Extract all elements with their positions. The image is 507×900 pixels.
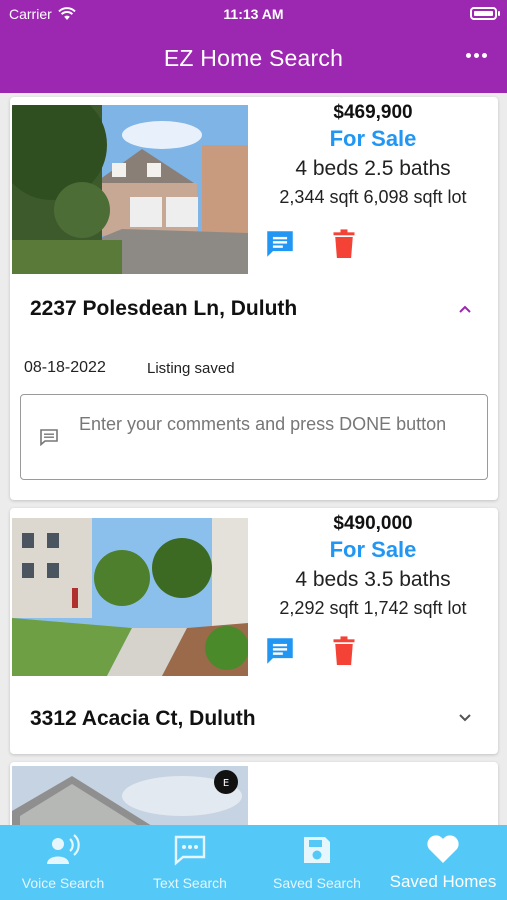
status-bar: Carrier 11:13 AM [0, 0, 507, 28]
listing-sqft: 2,344 sqft 6,098 sqft lot [279, 187, 467, 207]
chevron-down-icon[interactable] [458, 711, 472, 725]
saved-note: Listing saved [147, 360, 235, 377]
tab-saved-search[interactable]: Saved Search [254, 825, 380, 900]
saved-date: 08-18-2022 [24, 359, 106, 376]
listing-status: For Sale [329, 537, 417, 562]
text-search-icon [174, 835, 206, 866]
comment-placeholder: Enter your comments and press DONE butto… [79, 414, 447, 434]
page-title: EZ Home Search [163, 45, 344, 71]
clock: 11:13 AM [223, 6, 284, 22]
app-header: Carrier 11:13 AM EZ Home Search [0, 0, 507, 93]
listing-sqft: 2,292 sqft 1,742 sqft lot [279, 598, 467, 618]
tab-text-search[interactable]: Text Search [127, 825, 253, 900]
listing-card: $469,900 For Sale 4 beds 2.5 baths 2,344… [10, 97, 498, 500]
comment-outline-icon [40, 429, 58, 446]
listing-price: $490,000 [333, 513, 413, 534]
house-photo-1 [12, 105, 248, 274]
listing-beds-baths: 4 beds 3.5 baths [295, 568, 451, 591]
tab-label: Voice Search [21, 875, 105, 891]
listing-actions [263, 227, 361, 261]
bottom-tab-bar: Voice Search Text Search Saved Search Sa… [0, 825, 507, 900]
more-horizontal-icon[interactable] [466, 53, 487, 58]
tab-label: Text Search [153, 875, 227, 891]
listing-info: $490,000 For Sale 4 beds 3.5 baths 2,292… [258, 513, 488, 621]
listing-card: $490,000 For Sale 4 beds 3.5 baths 2,292… [10, 508, 498, 754]
save-icon [304, 837, 330, 863]
listing-beds-baths: 4 beds 2.5 baths [295, 157, 451, 180]
house-photo-2 [12, 518, 248, 676]
tab-voice-search[interactable]: Voice Search [0, 825, 126, 900]
tab-label: Saved Search [273, 875, 361, 891]
listing-photo[interactable] [12, 105, 248, 274]
tab-saved-homes[interactable]: Saved Homes [380, 825, 506, 900]
listing-address[interactable]: 2237 Polesdean Ln, Duluth [30, 297, 297, 321]
heart-icon [427, 835, 459, 863]
listing-photo[interactable] [12, 518, 248, 687]
delete-icon[interactable] [327, 227, 361, 261]
comment-icon[interactable] [263, 227, 297, 261]
svg-text:E: E [223, 778, 229, 789]
tab-label: Saved Homes [389, 872, 497, 891]
chevron-up-icon[interactable] [458, 302, 472, 316]
listing-price: $469,900 [333, 102, 413, 123]
comment-icon[interactable] [263, 634, 297, 668]
listing-status: For Sale [329, 126, 417, 151]
voice-search-icon [47, 834, 80, 864]
delete-icon[interactable] [327, 634, 361, 668]
listing-address[interactable]: 3312 Acacia Ct, Duluth [30, 707, 256, 731]
comment-input[interactable]: Enter your comments and press DONE butto… [20, 394, 488, 480]
listing-actions [263, 634, 361, 668]
listing-info: $469,900 For Sale 4 beds 2.5 baths 2,344… [258, 102, 488, 210]
battery-icon [470, 7, 500, 20]
